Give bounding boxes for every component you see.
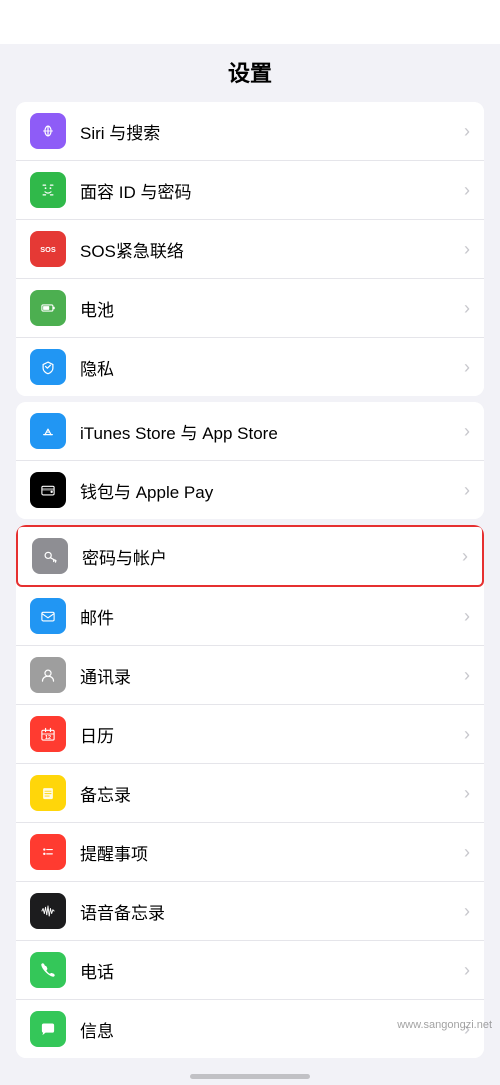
status-bar (0, 0, 500, 44)
settings-row-faceid[interactable]: 面容 ID 与密码 › (16, 161, 484, 220)
contacts-icon (30, 657, 66, 693)
sos-chevron: › (464, 239, 470, 260)
watermark: www.sangongzi.net (397, 1019, 492, 1031)
notes-icon (30, 775, 66, 811)
reminders-icon (30, 834, 66, 870)
settings-row-wallet[interactable]: 钱包与 Apple Pay › (16, 461, 484, 519)
settings-row-passwords[interactable]: 密码与帐户 › (16, 525, 484, 587)
mail-label: 邮件 (80, 604, 458, 629)
settings-row-phone[interactable]: 电话 › (16, 941, 484, 1000)
wallet-chevron: › (464, 480, 470, 501)
settings-row-privacy[interactable]: 隐私 › (16, 338, 484, 396)
svg-text:SOS: SOS (40, 245, 56, 254)
privacy-label: 隐私 (80, 355, 458, 380)
settings-row-voicememo[interactable]: 语音备忘录 › (16, 882, 484, 941)
reminders-chevron: › (464, 842, 470, 863)
siri-label: Siri 与搜索 (80, 119, 458, 144)
mail-chevron: › (464, 606, 470, 627)
contacts-label: 通讯录 (80, 663, 458, 688)
passwords-label: 密码与帐户 (82, 544, 456, 569)
settings-row-calendar[interactable]: 12 日历 › (16, 705, 484, 764)
wallet-icon (30, 472, 66, 508)
phone-label: 电话 (80, 958, 458, 983)
settings-group-0: Siri 与搜索 › 面容 ID 与密码 › SOS SOS紧急联络 › 电池 › 隐私 › (16, 102, 484, 396)
settings-row-notes[interactable]: 备忘录 › (16, 764, 484, 823)
svg-text:12: 12 (45, 735, 51, 741)
settings-row-itunes[interactable]: iTunes Store 与 App Store › (16, 402, 484, 461)
settings-row-siri[interactable]: Siri 与搜索 › (16, 102, 484, 161)
faceid-label: 面容 ID 与密码 (80, 178, 458, 203)
privacy-chevron: › (464, 357, 470, 378)
home-indicator (190, 1074, 310, 1079)
settings-row-contacts[interactable]: 通讯录 › (16, 646, 484, 705)
battery-label: 电池 (80, 296, 458, 321)
calendar-icon: 12 (30, 716, 66, 752)
settings-row-mail[interactable]: 邮件 › (16, 587, 484, 646)
phone-icon (30, 952, 66, 988)
appstore-icon (30, 413, 66, 449)
calendar-label: 日历 (80, 722, 458, 747)
reminders-label: 提醒事项 (80, 840, 458, 865)
siri-chevron: › (464, 121, 470, 142)
voicememo-label: 语音备忘录 (80, 899, 458, 924)
privacy-icon (30, 349, 66, 385)
settings-row-battery[interactable]: 电池 › (16, 279, 484, 338)
voicememo-icon (30, 893, 66, 929)
settings-row-reminders[interactable]: 提醒事项 › (16, 823, 484, 882)
battery-chevron: › (464, 298, 470, 319)
notes-label: 备忘录 (80, 781, 458, 806)
page-title-bar: 设置 (0, 44, 500, 96)
siri-icon (30, 113, 66, 149)
settings-row-sos[interactable]: SOS SOS紧急联络 › (16, 220, 484, 279)
passwords-chevron: › (462, 546, 468, 567)
notes-chevron: › (464, 783, 470, 804)
settings-group-1: iTunes Store 与 App Store › 钱包与 Apple Pay › (16, 402, 484, 519)
contacts-chevron: › (464, 665, 470, 686)
mail-icon (30, 598, 66, 634)
battery-icon (30, 290, 66, 326)
sos-icon: SOS (30, 231, 66, 267)
wallet-label: 钱包与 Apple Pay (80, 478, 458, 503)
calendar-chevron: › (464, 724, 470, 745)
key-icon (32, 538, 68, 574)
messages-icon (30, 1011, 66, 1047)
voicememo-chevron: › (464, 901, 470, 922)
page-title: 设置 (0, 56, 500, 88)
itunes-label: iTunes Store 与 App Store (80, 419, 458, 444)
phone-chevron: › (464, 960, 470, 981)
faceid-chevron: › (464, 180, 470, 201)
settings-group-2: 密码与帐户›邮件›通讯录›12日历›备忘录›提醒事项›语音备忘录›电话›信息› (16, 525, 484, 1058)
itunes-chevron: › (464, 421, 470, 442)
bottom-bar (0, 1064, 500, 1085)
sos-label: SOS紧急联络 (80, 237, 458, 262)
faceid-icon (30, 172, 66, 208)
